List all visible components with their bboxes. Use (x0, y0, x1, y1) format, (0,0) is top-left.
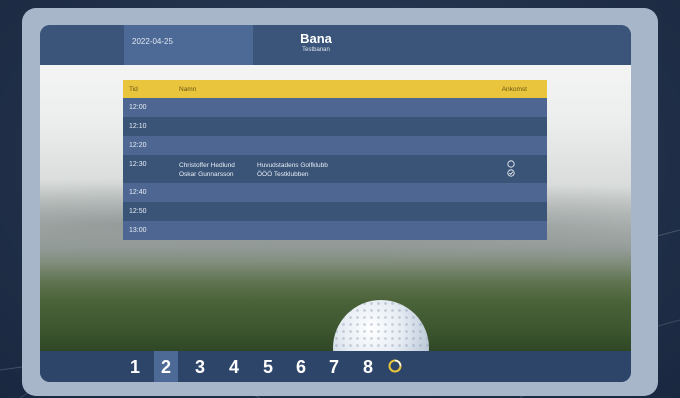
tab-6[interactable]: 6 (289, 351, 313, 382)
player-club: Huvudstadens Golfklubb (257, 162, 328, 169)
course-title: Bana (300, 31, 332, 46)
column-header-arrival: Ankomst (501, 86, 527, 93)
tab-2[interactable]: 2 (154, 351, 178, 382)
table-row[interactable]: 12:40 (123, 183, 547, 202)
tab-8[interactable]: 8 (356, 351, 380, 382)
row-time: 12:50 (129, 208, 147, 215)
row-time: 12:40 (129, 189, 147, 196)
tab-3[interactable]: 3 (188, 351, 212, 382)
table-header: Tid Namn Ankomst (123, 80, 547, 98)
circle-empty-icon[interactable] (507, 160, 515, 168)
column-header-time: Tid (129, 86, 138, 93)
table-row[interactable]: 12:10 (123, 117, 547, 136)
table-row[interactable]: 12:30 Christoffer Hedlund Huvudstadens G… (123, 155, 547, 183)
player-name: Oskar Gunnarsson (179, 171, 234, 178)
date-text: 2022-04-25 (132, 37, 173, 46)
header-bar: 2022-04-25 Bana Testbanan (40, 25, 631, 65)
table-row[interactable]: 12:50 (123, 202, 547, 221)
course-subtitle: Testbanan (302, 47, 330, 53)
table-row[interactable]: 12:00 (123, 98, 547, 117)
check-circle-icon[interactable] (507, 169, 515, 177)
column-header-name: Namn (179, 86, 197, 93)
row-time: 12:10 (129, 123, 147, 130)
tab-4[interactable]: 4 (222, 351, 246, 382)
date-display: 2022-04-25 (124, 25, 253, 65)
player-list: Christoffer Hedlund Huvudstadens Golfklu… (179, 161, 328, 179)
row-time: 12:20 (129, 142, 147, 149)
row-time: 13:00 (129, 227, 147, 234)
tab-7[interactable]: 7 (322, 351, 346, 382)
table-row[interactable]: 13:00 (123, 221, 547, 240)
display-screen: 2022-04-25 Bana Testbanan Tid Namn Ankom… (40, 25, 631, 382)
player-entry: Christoffer Hedlund Huvudstadens Golfklu… (179, 161, 328, 170)
player-name: Christoffer Hedlund (179, 162, 235, 169)
player-club: ÖÖÖ Testklubben (257, 171, 309, 178)
tee-time-table: Tid Namn Ankomst 12:00 12:10 12:20 12:30… (123, 80, 547, 240)
player-entry: Oskar Gunnarsson ÖÖÖ Testklubben (179, 170, 309, 179)
table-row[interactable]: 12:20 (123, 136, 547, 155)
tab-5[interactable]: 5 (256, 351, 280, 382)
arrival-status (507, 160, 517, 178)
tab-bar: 1 2 3 4 5 6 7 8 (40, 351, 631, 382)
row-time: 12:30 (129, 161, 147, 168)
spinner-icon (388, 359, 402, 373)
row-time: 12:00 (129, 104, 147, 111)
tab-1[interactable]: 1 (123, 351, 147, 382)
